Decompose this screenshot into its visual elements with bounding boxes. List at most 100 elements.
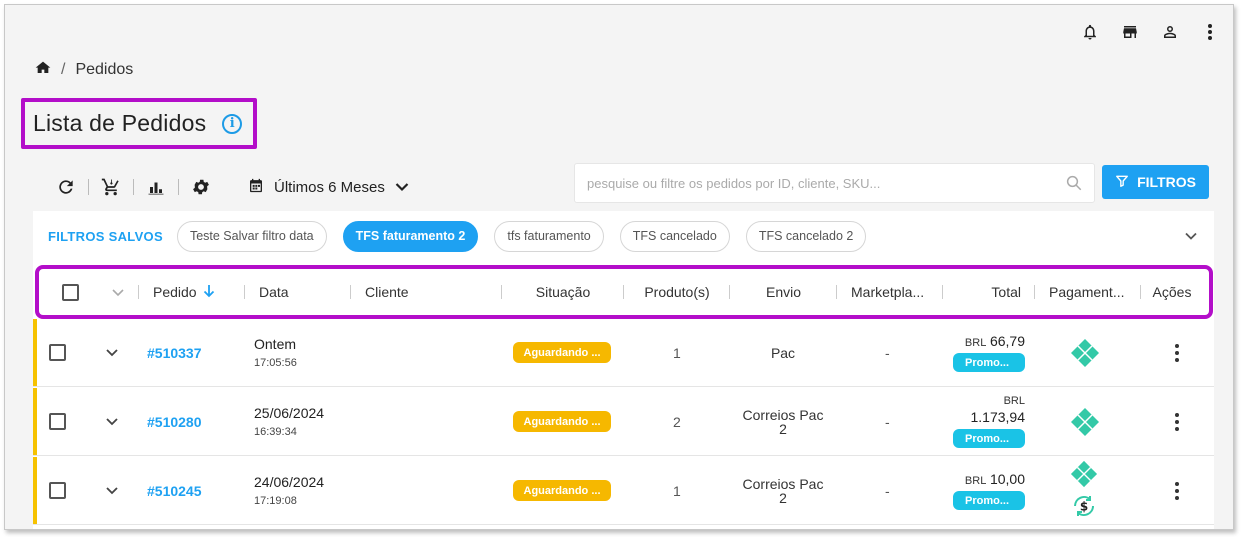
page-title: Lista de Pedidos xyxy=(33,110,207,136)
order-total: BRL 1.173,94 Promo... xyxy=(953,395,1025,448)
toolbar-divider xyxy=(88,179,89,195)
marketplace-value: - xyxy=(885,344,890,361)
header-marketplace-label: Marketpla... xyxy=(851,284,925,300)
header-acoes: Ações xyxy=(1141,269,1203,315)
more-vert-icon[interactable] xyxy=(1175,481,1179,500)
header-pagamento-label: Pagament... xyxy=(1049,284,1125,300)
table-row[interactable]: #510337 Ontem 17:05:56 Aguardando ... 1 P… xyxy=(33,319,1214,387)
table-row[interactable]: #510280 25/06/2024 16:39:34 Aguardando ..… xyxy=(33,388,1214,456)
saved-filter-chip[interactable]: TFS cancelado 2 xyxy=(745,220,867,252)
header-cliente-label: Cliente xyxy=(365,284,409,300)
order-date: 25/06/2024 16:39:34 xyxy=(254,405,324,438)
header-total[interactable]: Total xyxy=(943,269,1035,315)
shipping-method: Pac xyxy=(771,346,795,360)
header-total-label: Total xyxy=(991,284,1021,300)
header-envio[interactable]: Envio xyxy=(730,269,837,315)
more-vert-icon[interactable] xyxy=(1175,412,1179,431)
chevron-down-icon xyxy=(395,179,409,196)
order-total: BRL 10,00 Promo... xyxy=(953,471,1025,510)
header-pedido-label: Pedido xyxy=(153,284,197,300)
promo-badge: Promo... xyxy=(953,491,1025,510)
calendar-icon xyxy=(248,177,264,198)
total-amount: 1.173,94 xyxy=(970,409,1026,425)
total-amount: 66,79 xyxy=(989,333,1025,349)
shipping-line: 2 xyxy=(779,420,787,437)
header-data[interactable]: Data xyxy=(245,269,351,315)
order-id-link[interactable]: #510280 xyxy=(147,414,202,430)
total-currency: BRL xyxy=(964,337,987,349)
order-date-day: 25/06/2024 xyxy=(254,405,325,421)
total-currency: BRL xyxy=(964,475,987,487)
header-situacao[interactable]: Situação xyxy=(502,269,624,315)
user-icon[interactable] xyxy=(1161,23,1179,41)
pix-icon xyxy=(1070,388,1100,455)
breadcrumb-separator: / xyxy=(61,60,66,78)
more-vert-icon[interactable] xyxy=(1201,23,1219,41)
filter-icon xyxy=(1115,174,1129,191)
product-qty: 1 xyxy=(673,344,681,361)
chevron-down-icon[interactable] xyxy=(105,319,119,386)
saved-filter-chip[interactable]: Teste Salvar filtro data xyxy=(176,220,327,252)
header-pedido[interactable]: Pedido xyxy=(139,269,245,315)
header-marketplace[interactable]: Marketpla... xyxy=(837,269,943,315)
pix-icon xyxy=(1070,319,1100,386)
row-checkbox[interactable] xyxy=(49,482,66,499)
chevron-down-icon[interactable] xyxy=(105,388,119,455)
more-vert-icon[interactable] xyxy=(1175,343,1179,362)
refund-icon: $ xyxy=(1071,493,1097,522)
gear-icon[interactable] xyxy=(188,174,214,200)
search-input[interactable] xyxy=(587,175,1054,191)
header-select-cell xyxy=(39,269,97,315)
row-select-cell xyxy=(49,319,66,386)
order-date-day: 24/06/2024 xyxy=(254,474,325,490)
arrow-down-icon xyxy=(203,284,215,301)
store-icon[interactable] xyxy=(1121,23,1139,41)
order-date-time: 16:39:34 xyxy=(254,426,297,438)
shipping-line: Correios Pac xyxy=(742,406,824,423)
header-expand-cell xyxy=(97,269,139,315)
search-icon[interactable] xyxy=(1054,174,1094,192)
toolbar-divider xyxy=(133,179,134,195)
marketplace-value: - xyxy=(885,482,890,499)
chevron-down-icon[interactable] xyxy=(1184,228,1198,246)
refresh-icon[interactable] xyxy=(53,174,79,200)
chevron-down-icon[interactable] xyxy=(105,457,119,524)
shipping-method: Correios Pac 2 xyxy=(743,408,824,436)
bar-chart-icon[interactable] xyxy=(143,174,169,200)
chevron-down-icon[interactable] xyxy=(111,284,125,300)
select-all-checkbox[interactable] xyxy=(61,283,79,301)
table-row[interactable]: #510245 24/06/2024 17:19:08 Aguardando ..… xyxy=(33,457,1214,525)
saved-filter-chip[interactable]: tfs faturamento xyxy=(494,220,604,252)
cart-icon[interactable] xyxy=(98,174,124,200)
header-cliente[interactable]: Cliente xyxy=(351,269,502,315)
saved-filter-chip[interactable]: TFS cancelado xyxy=(619,220,730,252)
row-select-cell xyxy=(49,457,66,524)
info-icon[interactable]: i xyxy=(222,113,243,134)
header-situacao-label: Situação xyxy=(535,284,591,300)
bell-icon[interactable] xyxy=(1081,23,1099,41)
breadcrumb-current: Pedidos xyxy=(75,60,134,78)
saved-filter-chip-active[interactable]: TFS faturamento 2 xyxy=(342,220,479,252)
header-pagamento[interactable]: Pagament... xyxy=(1035,269,1141,315)
row-checkbox[interactable] xyxy=(49,344,66,361)
status-badge: Aguardando ... xyxy=(513,411,611,432)
shipping-method: Correios Pac 2 xyxy=(743,477,824,505)
table-header: Pedido Data Cliente Situação Produto(s) xyxy=(35,265,1213,319)
order-id-link[interactable]: #510245 xyxy=(147,483,202,499)
order-date-time: 17:19:08 xyxy=(254,495,297,507)
order-date: 24/06/2024 17:19:08 xyxy=(254,474,324,507)
saved-filters-label: FILTROS SALVOS xyxy=(48,228,163,244)
order-id-link[interactable]: #510337 xyxy=(147,345,202,361)
filters-button-label: FILTROS xyxy=(1137,174,1196,190)
home-icon[interactable] xyxy=(35,60,51,79)
header-produtos[interactable]: Produto(s) xyxy=(624,269,730,315)
order-total: BRL 66,79 Promo... xyxy=(953,333,1025,372)
page-title-highlight: Lista de Pedidos i xyxy=(21,98,257,149)
row-checkbox[interactable] xyxy=(49,413,66,430)
shipping-line: 2 xyxy=(779,489,787,506)
status-stripe xyxy=(33,388,37,455)
filters-button[interactable]: FILTROS xyxy=(1102,165,1209,199)
period-selector[interactable]: Últimos 6 Meses xyxy=(248,177,409,198)
total-amount: 10,00 xyxy=(989,471,1025,487)
period-label: Últimos 6 Meses xyxy=(274,178,385,196)
